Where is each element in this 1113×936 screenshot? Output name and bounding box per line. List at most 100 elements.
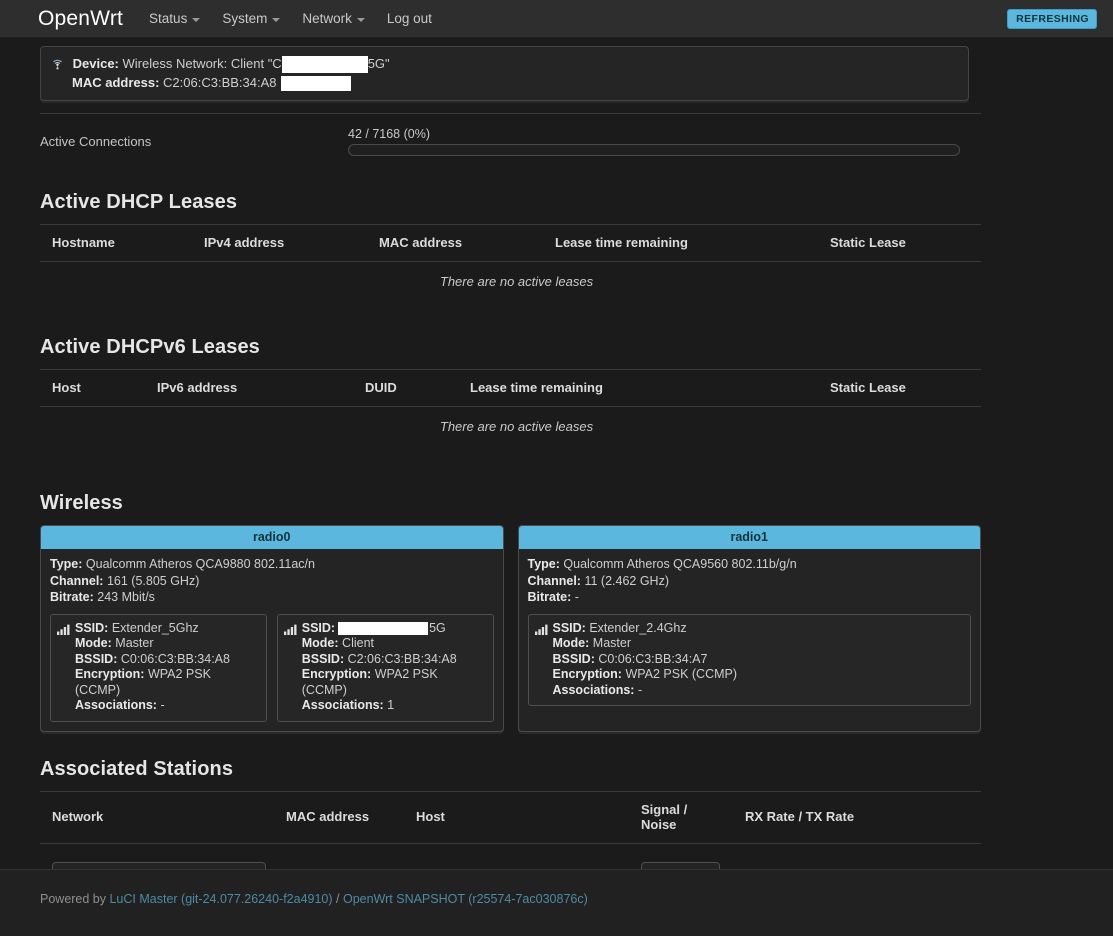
iface-bssid-value: C2:06:C3:BB:34:A8 (347, 651, 457, 666)
radio1-type-label: Type: (527, 557, 560, 572)
column-lease-time: Lease time remaining (543, 224, 818, 263)
radio-card-radio0: radio0 Type: Qualcomm Atheros QCA9880 80… (40, 525, 504, 732)
redacted-ssid-block-2 (280, 76, 351, 92)
radio0-channel-value: 161 (5.805 GHz) (106, 573, 200, 588)
iface-mode-value: Client (342, 636, 375, 651)
radio0-type-label: Type: (50, 557, 83, 572)
iface-bssid: BSSID: C0:06:C3:BB:34:A7 (553, 652, 963, 668)
refreshing-status-badge[interactable]: REFRESHING (1007, 8, 1097, 29)
dhcpv6-leases-title: Active DHCPv6 Leases (40, 336, 260, 359)
footer-credits: Powered by LuCI Master (git-24.077.26240… (40, 892, 588, 906)
iface-bssid: BSSID: C0:06:C3:BB:34:A8 (75, 652, 258, 668)
iface-ssid-value: Extender_2.4Ghz (589, 620, 687, 635)
iface-encryption: Encryption: WPA2 PSK (CCMP) (302, 667, 485, 698)
iface-associations-label: Associations: (552, 682, 635, 697)
iface-associations: Associations: 1 (302, 698, 485, 714)
column-lease-time: Lease time remaining (458, 369, 818, 408)
section-divider (40, 113, 981, 115)
column-host: Host (404, 790, 629, 844)
radio1-channel-value: 11 (2.462 GHz) (584, 573, 669, 588)
wireless-interface-extender-5ghz[interactable]: SSID: Extender_5Ghz Mode: Master BSSID: … (50, 613, 267, 722)
signal-bars-icon (57, 622, 70, 640)
iface-ssid-value: Extender_5Ghz (111, 620, 199, 635)
nav-item-logout[interactable]: Log out (387, 11, 432, 26)
radio0-channel: Channel: 161 (5.805 GHz) (50, 573, 494, 590)
chevron-down-icon (356, 17, 365, 22)
table-header-row: Host IPv6 address DUID Lease time remain… (40, 369, 981, 408)
iface-associations: Associations: - (553, 683, 963, 699)
nav-item-network-label: Network (302, 11, 352, 26)
iface-ssid: SSID: Extender_2.4Ghz (553, 621, 963, 637)
footer-openwrt-link[interactable]: OpenWrt SNAPSHOT (r25574-7ac030876c) (343, 892, 588, 906)
wireless-title: Wireless (40, 492, 123, 515)
active-connections-value-wrap: 42 / 7168 (0%) (348, 127, 960, 157)
nav-item-status[interactable]: Status (149, 11, 201, 26)
radio1-type: Type: Qualcomm Atheros QCA9560 802.11b/g… (528, 556, 972, 573)
radio1-channel-label: Channel: (527, 573, 581, 588)
device-mac-label: MAC address: (72, 75, 160, 90)
nav-item-logout-label: Log out (386, 11, 432, 26)
column-rx-tx-rate: RX Rate / TX Rate (733, 790, 981, 844)
iface-bssid-value: C0:06:C3:BB:34:A8 (120, 651, 230, 666)
table-header-row: Hostname IPv4 address MAC address Lease … (40, 224, 981, 263)
iface-associations-label: Associations: (75, 698, 157, 713)
active-connections-value: 42 / 7168 (0%) (348, 127, 430, 142)
wifi-client-icon (51, 57, 64, 74)
wireless-radio-cards: radio0 Type: Qualcomm Atheros QCA9880 80… (40, 525, 981, 732)
wireless-interface-extender-24ghz[interactable]: SSID: Extender_2.4Ghz Mode: Master BSSID… (527, 613, 971, 707)
radio1-interfaces: SSID: Extender_2.4Ghz Mode: Master BSSID… (527, 613, 971, 707)
page-root: OpenWrt Status System Network Log out RE… (0, 0, 1113, 936)
column-ipv6-address: IPv6 address (145, 369, 353, 408)
chevron-down-icon (272, 17, 281, 22)
page-footer: Powered by LuCI Master (git-24.077.26240… (0, 870, 1113, 936)
radio1-bitrate: Bitrate: - (528, 589, 972, 606)
nav-item-system[interactable]: System (222, 11, 281, 26)
radio1-bitrate-value: - (574, 590, 579, 605)
nav-item-status-label: Status (149, 11, 188, 26)
radio0-bitrate-label: Bitrate: (50, 590, 94, 605)
radio1-body: Type: Qualcomm Atheros QCA9560 802.11b/g… (519, 549, 981, 715)
iface-associations-value: - (637, 682, 643, 697)
wireless-interface-client-5g[interactable]: SSID: 5G Mode: Client BSSID: C2:06:C3:BB:… (276, 613, 494, 722)
iface-mode-label: Mode: (301, 636, 339, 651)
iface-ssid-label: SSID: (75, 620, 109, 635)
column-mac-address: MAC address (274, 790, 404, 844)
dhcpv6-leases-empty-text: There are no active leases (439, 419, 594, 435)
chevron-down-icon (192, 17, 201, 22)
iface-ssid-label: SSID: (552, 620, 586, 635)
device-info-banner: Device: Wireless Network: Client "C 5G" M… (40, 46, 969, 102)
device-mac-value: C2:06:C3:BB:34:A8 (163, 75, 277, 90)
column-signal-noise: Signal / Noise (629, 790, 733, 844)
top-navigation-bar: OpenWrt Status System Network Log out RE… (0, 0, 1113, 38)
radio0-channel-label: Channel: (50, 573, 104, 588)
radio0-type-value: Qualcomm Atheros QCA9880 802.11ac/n (85, 557, 315, 572)
nav-item-network[interactable]: Network (302, 11, 365, 26)
associated-stations-title: Associated Stations (40, 757, 234, 780)
table-row-empty: There are no active leases (40, 407, 981, 447)
radio0-interfaces: SSID: Extender_5Ghz Mode: Master BSSID: … (50, 613, 494, 722)
column-mac-address: MAC address (367, 224, 543, 263)
device-label: Device: (72, 56, 119, 71)
device-value-suffix: 5G" (367, 56, 390, 71)
iface-encryption-label: Encryption: (75, 667, 145, 682)
device-mac-line: MAC address: C2:06:C3:BB:34:A8 (51, 74, 958, 92)
iface-encryption: Encryption: WPA2 PSK (CCMP) (553, 667, 963, 683)
iface-bssid-value: C0:06:C3:BB:34:A7 (598, 651, 708, 666)
footer-separator: / (332, 892, 343, 906)
iface-ssid: SSID: 5G (302, 621, 485, 637)
radio1-type-value: Qualcomm Atheros QCA9560 802.11b/g/n (563, 557, 797, 572)
radio1-channel: Channel: 11 (2.462 GHz) (528, 573, 972, 590)
footer-luci-link[interactable]: LuCI Master (git-24.077.26240-f2a4910) (109, 892, 332, 906)
column-host: Host (40, 369, 145, 408)
brand-logo[interactable]: OpenWrt (38, 7, 123, 31)
column-ipv4-address: IPv4 address (192, 224, 367, 263)
iface-associations-value: 1 (387, 698, 395, 713)
column-static-lease: Static Lease (818, 224, 981, 263)
iface-bssid-label: BSSID: (552, 651, 595, 666)
iface-associations-value: - (160, 698, 165, 713)
dhcp-leases-empty-text: There are no active leases (439, 274, 594, 290)
iface-mode: Mode: Master (75, 636, 258, 652)
iface-encryption: Encryption: WPA2 PSK (CCMP) (75, 667, 258, 698)
iface-mode: Mode: Master (553, 636, 963, 652)
iface-encryption-label: Encryption: (301, 667, 372, 682)
